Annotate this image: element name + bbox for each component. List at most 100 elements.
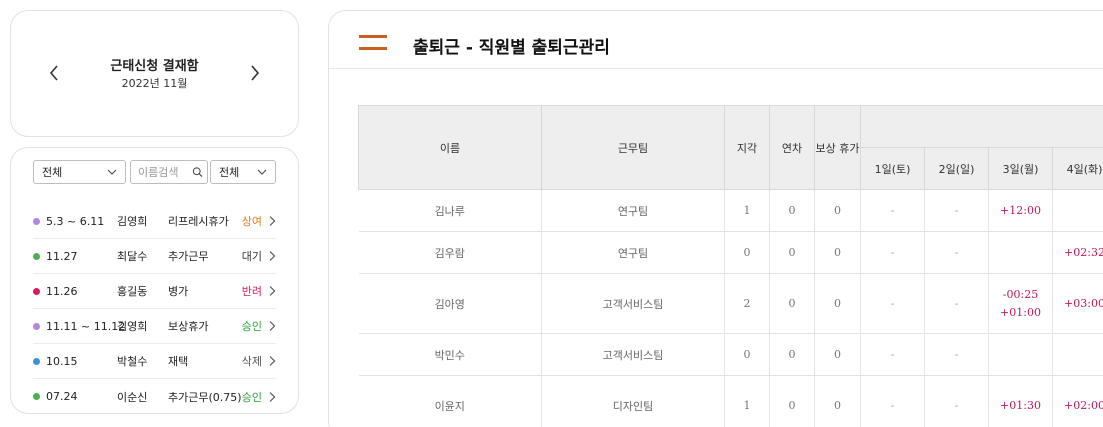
header-day[interactable]: 4일(화): [1052, 147, 1103, 190]
chevron-right-icon: [269, 251, 276, 261]
cell-day[interactable]: -00:25 +01:00: [988, 273, 1053, 334]
table-row[interactable]: 김나루 연구팀 1 0 0 - - +12:00: [358, 189, 1103, 232]
request-type: 추가근무: [168, 250, 209, 263]
cell-day[interactable]: +02:00: [1052, 375, 1103, 427]
chevron-right-icon: [269, 391, 276, 402]
cell-day[interactable]: -: [924, 189, 989, 232]
cell-day[interactable]: +12:00: [988, 189, 1053, 232]
header-day[interactable]: 3일(월): [988, 147, 1053, 190]
cell-team: 고객서비스팀: [541, 333, 725, 376]
cell-day[interactable]: -: [924, 333, 989, 376]
cell-day[interactable]: -: [924, 231, 989, 274]
chevron-down-icon: [107, 169, 117, 175]
header-late[interactable]: 지각: [724, 105, 770, 190]
cell-day[interactable]: [1052, 189, 1103, 232]
table-row[interactable]: 박민수 고객서비스팀 0 0 0 - -: [358, 333, 1103, 376]
cell-day[interactable]: -: [924, 375, 989, 427]
cell-team: 고객서비스팀: [541, 273, 725, 334]
cell-day[interactable]: [988, 231, 1053, 274]
category-select-value: 전체: [42, 166, 63, 179]
chevron-right-icon[interactable]: [243, 61, 267, 85]
request-type: 재택: [168, 355, 189, 368]
status-dot: [33, 252, 40, 260]
cell-day[interactable]: [1052, 333, 1103, 376]
cell-annual: 0: [769, 273, 815, 334]
status-dot: [33, 393, 40, 400]
cell-day[interactable]: +01:30: [988, 375, 1053, 427]
request-status: 승인: [241, 390, 262, 404]
cell-annual: 0: [769, 375, 815, 427]
request-list-card: 전체 전체 5.3 ~ 6.11 김영희 리프레시휴가 상여 11.27 최달수…: [10, 147, 299, 414]
header-name[interactable]: 이름: [358, 105, 542, 190]
cell-team: 연구팀: [541, 189, 725, 232]
attendance-panel: 출퇴근 - 직원별 출퇴근관리 이름 근무팀 지각 연차 보상 휴가 1일(토): [328, 10, 1103, 427]
cell-late: 0: [724, 333, 770, 376]
table-row[interactable]: 이윤지 디자인팀 1 0 0 - - +01:30 +02:00: [358, 375, 1103, 427]
status-select[interactable]: 전체: [210, 160, 276, 184]
cell-comp: 0: [814, 333, 861, 376]
time-entry: -00:25: [1002, 287, 1039, 301]
request-item[interactable]: 07.24 이순신 추가근무(0.75) 승인: [33, 379, 276, 413]
request-status: 상여: [241, 215, 262, 228]
cell-team: 연구팀: [541, 231, 725, 274]
request-item[interactable]: 11.11 ~ 11.12 김영희 보상휴가 승인: [33, 309, 276, 344]
request-type: 리프레시휴가: [168, 215, 229, 228]
request-item[interactable]: 5.3 ~ 6.11 김영희 리프레시휴가 상여: [33, 204, 276, 239]
cell-day[interactable]: -: [860, 189, 925, 232]
header-comp-leave[interactable]: 보상 휴가: [814, 105, 861, 190]
cell-late: 1: [724, 189, 770, 232]
cell-day[interactable]: [988, 333, 1053, 376]
request-type: 추가근무(0.75): [168, 390, 242, 404]
request-item[interactable]: 11.27 최달수 추가근무 대기: [33, 239, 276, 274]
calendar-card: 근태신청 결재함 2022년 11월: [10, 10, 299, 137]
request-date: 07.24: [46, 390, 78, 403]
cell-comp: 0: [814, 375, 861, 427]
cell-day[interactable]: -: [860, 231, 925, 274]
cell-late: 2: [724, 273, 770, 334]
time-stack: -00:25 +01:00: [989, 286, 1052, 322]
cell-name: 김우람: [358, 231, 542, 274]
cell-day[interactable]: -: [860, 273, 925, 334]
request-name: 이순신: [117, 390, 148, 404]
header-day[interactable]: 1일(토): [860, 147, 925, 190]
attendance-table-wrap: 이름 근무팀 지각 연차 보상 휴가 1일(토) 2일(일) 3일(월) 4일(…: [358, 105, 1103, 427]
table-row[interactable]: 김아영 고객서비스팀 2 0 0 - - -00:25 +01:00 +03:00: [358, 273, 1103, 334]
status-dot: [33, 287, 40, 295]
request-date: 5.3 ~ 6.11: [46, 214, 105, 228]
cell-comp: 0: [814, 273, 861, 334]
table-row[interactable]: 김우람 연구팀 0 0 0 - - +02:32: [358, 231, 1103, 274]
header-team[interactable]: 근무팀: [541, 105, 725, 190]
cell-comp: 0: [814, 231, 861, 274]
cell-name: 이윤지: [358, 375, 542, 427]
cell-comp: 0: [814, 189, 861, 232]
request-name: 김영희: [117, 320, 148, 333]
cell-day[interactable]: -: [924, 273, 989, 334]
panel-header: 출퇴근 - 직원별 출퇴근관리: [329, 11, 1103, 69]
header-days-group: [860, 105, 1103, 148]
request-status: 대기: [241, 250, 262, 263]
header-day[interactable]: 2일(일): [924, 147, 989, 190]
cell-day[interactable]: +02:32: [1052, 231, 1103, 274]
header-annual[interactable]: 연차: [769, 105, 815, 190]
request-name: 박철수: [117, 355, 148, 368]
cell-annual: 0: [769, 231, 815, 274]
cell-name: 김아영: [358, 273, 542, 334]
cell-day[interactable]: -: [860, 375, 925, 427]
request-date: 11.11 ~ 11.12: [46, 319, 126, 333]
search-box: [130, 160, 208, 184]
request-list: 5.3 ~ 6.11 김영희 리프레시휴가 상여 11.27 최달수 추가근무 …: [33, 204, 276, 413]
request-type: 병가: [168, 285, 189, 298]
chevron-right-icon: [269, 286, 276, 296]
cell-day[interactable]: +03:00: [1052, 273, 1103, 334]
request-status: 반려: [241, 285, 262, 298]
request-item[interactable]: 10.15 박철수 재택 삭제: [33, 344, 276, 379]
category-select[interactable]: 전체: [33, 160, 126, 184]
hamburger-icon[interactable]: [359, 35, 387, 53]
request-date: 10.15: [46, 354, 78, 368]
cell-day[interactable]: -: [860, 333, 925, 376]
request-item[interactable]: 11.26 홍길동 병가 반려: [33, 274, 276, 309]
cell-annual: 0: [769, 189, 815, 232]
cell-name: 박민수: [358, 333, 542, 376]
search-input[interactable]: [138, 165, 190, 179]
search-icon[interactable]: [192, 165, 203, 179]
